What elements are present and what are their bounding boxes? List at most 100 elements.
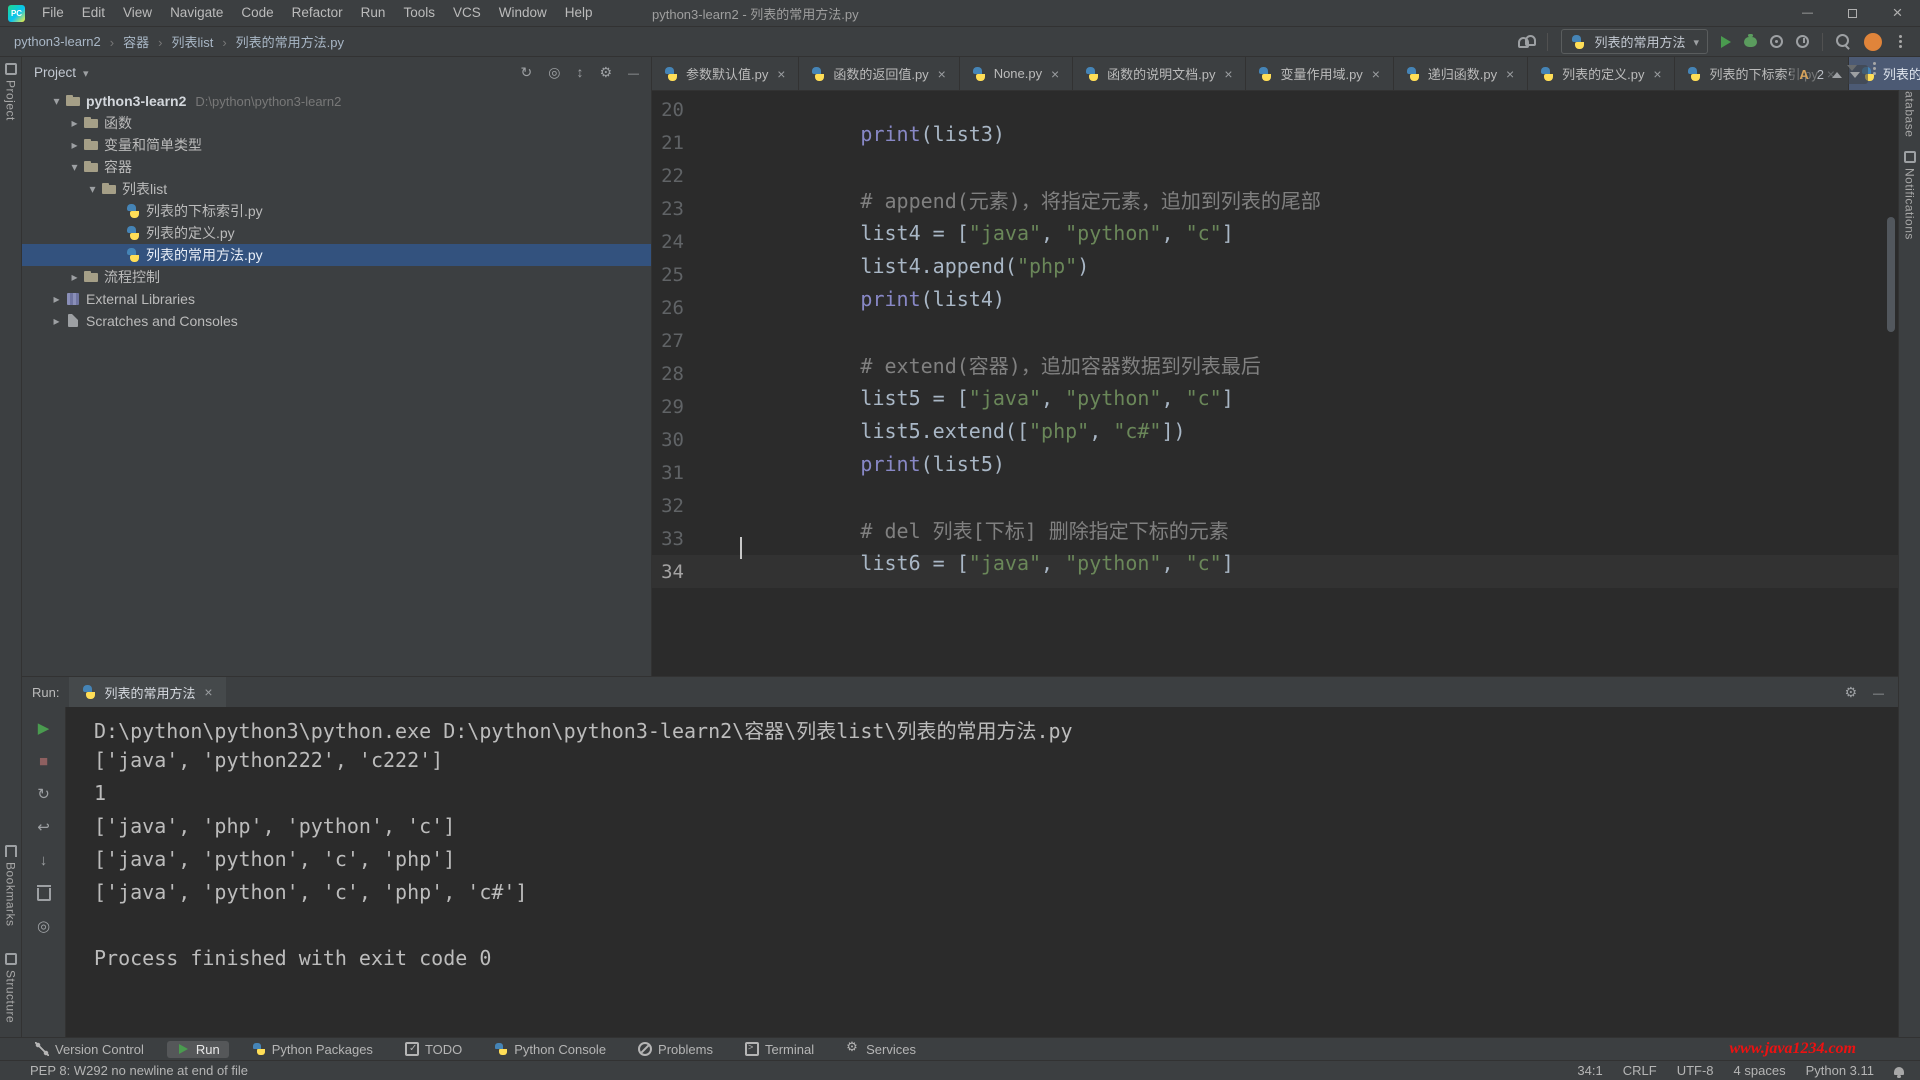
menu-item[interactable]: VCS: [444, 0, 490, 26]
coverage-button[interactable]: [1770, 35, 1783, 48]
code-with-me-icon[interactable]: [1518, 36, 1534, 48]
run-config-selector[interactable]: 列表的常用方法: [1561, 29, 1708, 54]
scroll-from-source-icon[interactable]: [520, 64, 532, 81]
project-panel-title[interactable]: Project: [34, 65, 76, 80]
editor-more-icon[interactable]: [1873, 67, 1876, 70]
tree-row[interactable]: 列表的下标索引.py: [22, 200, 651, 222]
chevron-down-icon[interactable]: [83, 65, 89, 80]
clear-all-icon[interactable]: [33, 882, 55, 904]
rerun-icon[interactable]: [33, 717, 55, 739]
tree-row[interactable]: Scratches and Consoles: [22, 310, 651, 332]
line-number[interactable]: 32: [652, 495, 740, 517]
menu-item[interactable]: Window: [490, 0, 556, 26]
tree-row[interactable]: python3-learn2 D:\python\python3-learn2: [22, 90, 651, 112]
tab-close-icon[interactable]: [1504, 66, 1516, 82]
tree-expand-icon[interactable]: [48, 94, 65, 108]
status-item[interactable]: UTF-8: [1677, 1063, 1714, 1078]
code-line[interactable]: 34: [652, 555, 1898, 588]
tool-window-button[interactable]: Terminal: [736, 1041, 823, 1058]
gear-icon[interactable]: [599, 64, 612, 81]
editor-scrollbar[interactable]: [1887, 217, 1895, 332]
breadcrumb-item[interactable]: 列表list: [149, 32, 213, 51]
breadcrumb-item[interactable]: 容器: [101, 32, 149, 51]
tree-expand-icon[interactable]: [84, 182, 101, 196]
tab-close-icon[interactable]: [202, 684, 214, 700]
scroll-to-end-icon[interactable]: [33, 849, 55, 871]
select-opened-file-icon[interactable]: [548, 64, 560, 81]
tree-expand-icon[interactable]: [48, 314, 65, 328]
tree-row[interactable]: 流程控制: [22, 266, 651, 288]
line-number[interactable]: 28: [652, 363, 740, 385]
hide-panel-icon[interactable]: [1873, 684, 1884, 700]
line-number[interactable]: 30: [652, 429, 740, 451]
tree-expand-icon[interactable]: [66, 270, 83, 284]
tree-expand-icon[interactable]: [66, 160, 83, 174]
line-number[interactable]: 33: [652, 528, 740, 550]
tab-close-icon[interactable]: [1222, 66, 1234, 82]
tree-expand-icon[interactable]: [66, 138, 83, 152]
prev-problem-icon[interactable]: [1832, 72, 1842, 78]
line-number[interactable]: 20: [652, 99, 740, 121]
line-number[interactable]: 25: [652, 264, 740, 286]
tab-close-icon[interactable]: [1049, 66, 1061, 82]
more-options-icon[interactable]: [1899, 40, 1902, 43]
line-number[interactable]: 21: [652, 132, 740, 154]
run-button[interactable]: [1721, 36, 1731, 48]
tool-window-button[interactable]: Run: [167, 1041, 229, 1058]
status-item[interactable]: CRLF: [1623, 1063, 1657, 1078]
editor-tab[interactable]: 递归函数.py: [1394, 57, 1528, 90]
menu-item[interactable]: Edit: [73, 0, 114, 26]
line-number[interactable]: 23: [652, 198, 740, 220]
line-number[interactable]: 34: [652, 561, 740, 583]
editor-tab[interactable]: 函数的说明文档.py: [1073, 57, 1246, 90]
status-item[interactable]: Python 3.11: [1806, 1063, 1874, 1078]
expand-collapse-icon[interactable]: [576, 64, 583, 80]
tree-row[interactable]: 容器: [22, 156, 651, 178]
maximize-button[interactable]: [1830, 0, 1875, 26]
line-number[interactable]: 26: [652, 297, 740, 319]
restore-layout-icon[interactable]: [33, 783, 55, 805]
editor-tab[interactable]: 变量作用域.py: [1246, 57, 1393, 90]
tree-row[interactable]: External Libraries: [22, 288, 651, 310]
project-stripe-button[interactable]: Project: [4, 63, 18, 121]
breadcrumb-item[interactable]: python3-learn2: [14, 34, 101, 49]
status-message[interactable]: PEP 8: W292 no newline at end of file: [30, 1063, 248, 1078]
editor-tab[interactable]: 列表的定义.py: [1528, 57, 1675, 90]
search-everywhere-icon[interactable]: [1836, 34, 1851, 49]
tab-close-icon[interactable]: [1651, 66, 1663, 82]
menu-item[interactable]: Tools: [394, 0, 444, 26]
tree-row[interactable]: 列表list: [22, 178, 651, 200]
notifications-stripe-button[interactable]: Notifications: [1903, 151, 1917, 240]
breadcrumb-item[interactable]: 列表的常用方法.py: [213, 32, 344, 51]
tree-row[interactable]: 列表的定义.py: [22, 222, 651, 244]
next-problem-icon[interactable]: [1850, 72, 1860, 78]
menu-item[interactable]: View: [114, 0, 161, 26]
inspections-widget[interactable]: A 2: [1791, 65, 1868, 84]
menu-item[interactable]: File: [33, 0, 73, 26]
gear-icon[interactable]: [1844, 684, 1857, 701]
bookmarks-stripe-button[interactable]: Bookmarks: [4, 845, 18, 927]
tree-row[interactable]: 函数: [22, 112, 651, 134]
tree-expand-icon[interactable]: [48, 292, 65, 306]
tool-window-button[interactable]: Problems: [629, 1041, 722, 1058]
stop-icon[interactable]: [33, 750, 55, 772]
close-button[interactable]: [1875, 0, 1920, 26]
line-number[interactable]: 29: [652, 396, 740, 418]
tree-row[interactable]: 列表的常用方法.py: [22, 244, 651, 266]
profiler-button[interactable]: [1796, 35, 1809, 48]
tab-close-icon[interactable]: [1370, 66, 1382, 82]
code-editor[interactable]: 20 print(list3) 21 22 # append(元素)，将指定元素…: [652, 91, 1898, 676]
line-number[interactable]: 27: [652, 330, 740, 352]
menu-item[interactable]: Refactor: [283, 0, 352, 26]
status-item[interactable]: 4 spaces: [1734, 1063, 1786, 1078]
tool-window-button[interactable]: TODO: [396, 1041, 471, 1058]
menu-item[interactable]: Code: [232, 0, 282, 26]
tool-window-button[interactable]: Version Control: [26, 1041, 153, 1058]
tree-row[interactable]: 变量和简单类型: [22, 134, 651, 156]
structure-stripe-button[interactable]: Structure: [4, 953, 18, 1023]
menu-item[interactable]: Navigate: [161, 0, 232, 26]
avatar[interactable]: [1864, 33, 1882, 51]
minimize-button[interactable]: [1785, 0, 1830, 26]
notifications-icon[interactable]: [1894, 1067, 1904, 1075]
menu-item[interactable]: Help: [556, 0, 602, 26]
